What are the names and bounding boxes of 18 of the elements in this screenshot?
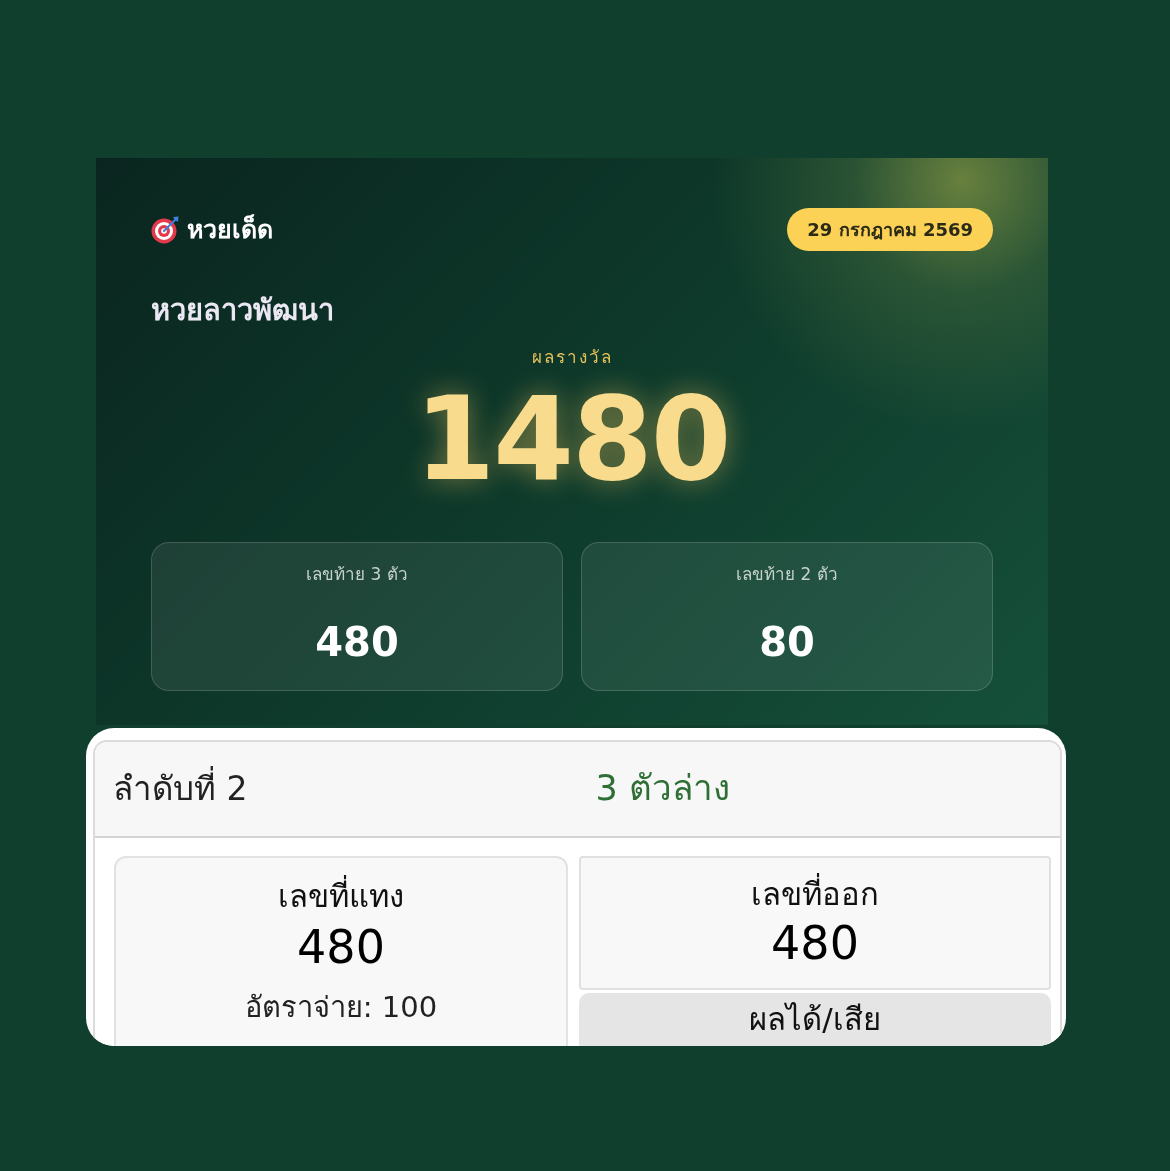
bet-number-label: เลขที่แทง — [278, 876, 404, 917]
result-number: 480 — [315, 617, 399, 667]
rank-label: ลำดับที่ 2 — [113, 768, 248, 808]
drawn-number-label: เลขที่ออก — [751, 874, 879, 915]
date-badge: 29 กรกฎาคม 2569 — [787, 208, 993, 252]
prize-number: 1480 — [414, 371, 730, 507]
profit-loss-label: ผลได้/เสีย — [749, 1000, 881, 1039]
target-icon — [151, 215, 179, 244]
result-label: เลขท้าย 3 ตัว — [306, 563, 408, 584]
bet-number: 480 — [297, 922, 385, 973]
bet-type-label: 3 ตัวล่าง — [595, 768, 730, 809]
prize-label: ผลรางวัล — [531, 347, 613, 367]
drawn-number: 480 — [771, 918, 859, 969]
result-number: 80 — [759, 617, 815, 667]
payout-rate: อัตราจ่าย: 100 — [244, 988, 438, 1026]
lottery-name: หวยลาวพัฒนา — [151, 293, 334, 328]
brand-name: หวยเด็ด — [187, 214, 273, 245]
result-label: เลขท้าย 2 ตัว — [736, 563, 838, 584]
